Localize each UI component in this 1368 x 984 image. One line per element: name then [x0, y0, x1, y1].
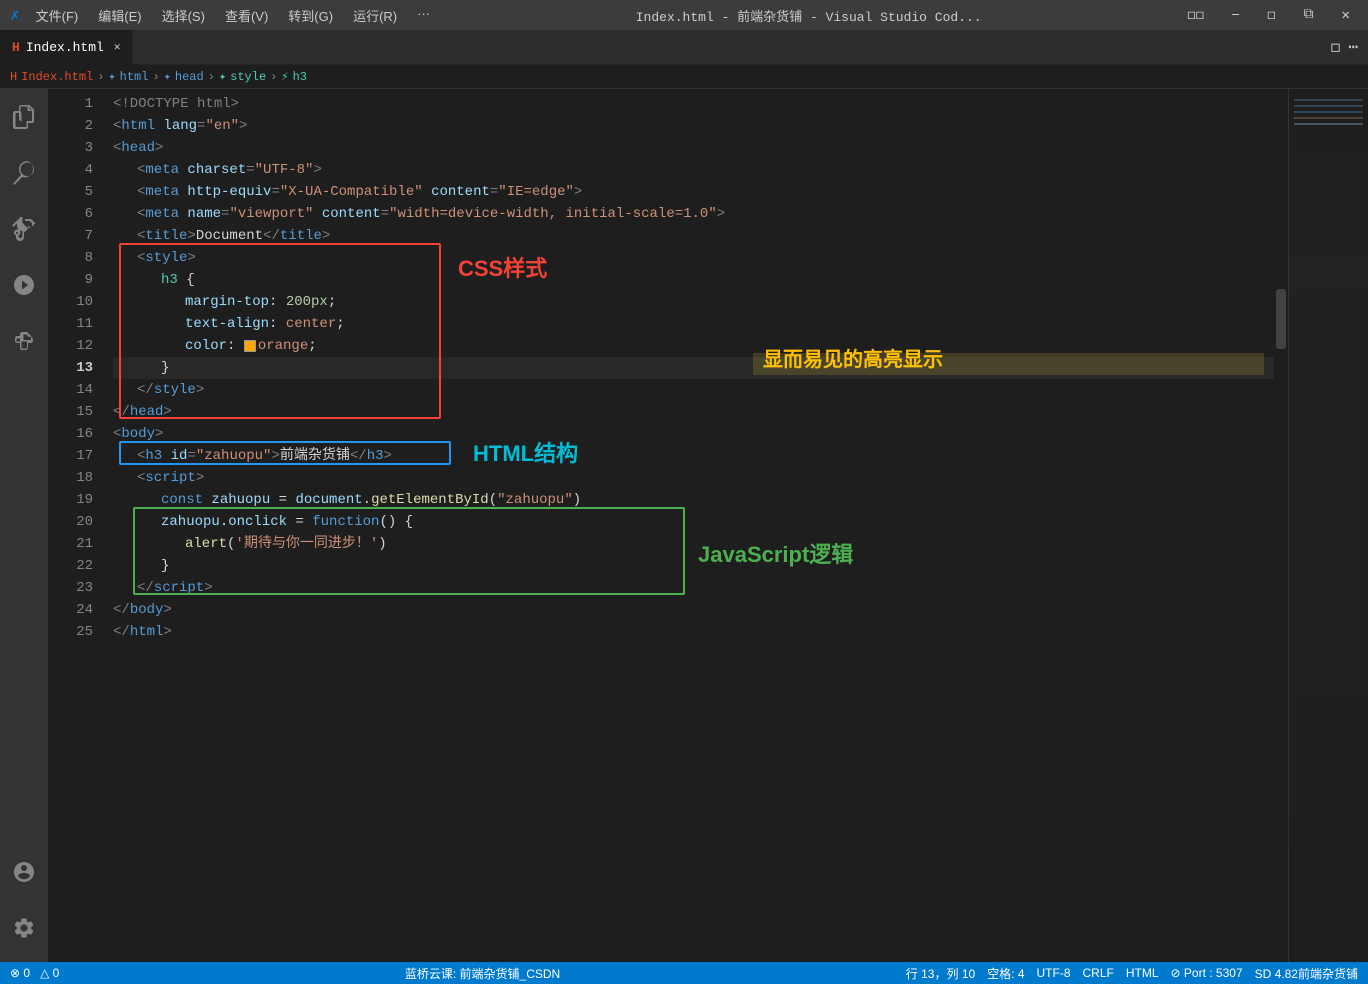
file-icon: H — [10, 70, 17, 84]
highlight-label: 显而易见的高亮显示 — [763, 343, 943, 372]
menu-run[interactable]: 运行(R) — [345, 4, 405, 27]
breadcrumb-sep2: › — [152, 70, 159, 84]
head-icon: ✦ — [164, 69, 171, 84]
activitybar — [0, 89, 48, 962]
statusbar-center: 蓝桥云课: 前端杂货铺_CSDN — [405, 965, 560, 982]
window-controls: ◻◻ ⎯ ◻ ⧉ ✕ — [1179, 5, 1358, 26]
activitybar-top — [0, 93, 48, 365]
menu-view[interactable]: 查看(V) — [217, 4, 276, 27]
split-btn[interactable]: ⧉ — [1296, 5, 1322, 25]
breadcrumb-html[interactable]: ✦ html — [108, 69, 148, 84]
status-warnings[interactable]: △ 0 — [40, 966, 59, 980]
window-title: Index.html - 前端杂货铺 - Visual Studio Cod..… — [636, 6, 982, 25]
layout-btn[interactable]: ◻◻ — [1179, 5, 1212, 26]
breadcrumb-style[interactable]: ✦ style — [219, 69, 266, 84]
statusbar: ⊗ 0 △ 0 蓝桥云课: 前端杂货铺_CSDN 行 13，列 10 空格: 4… — [0, 962, 1368, 984]
tab-close-icon[interactable]: ✕ — [114, 40, 121, 54]
search-icon[interactable] — [0, 149, 48, 197]
status-line-ending[interactable]: CRLF — [1083, 966, 1114, 980]
tabbar-actions: ◻ ⋯ — [1331, 37, 1368, 57]
menu-bar: 文件(F) 编辑(E) 选择(S) 查看(V) 转到(G) 运行(R) ··· — [28, 4, 438, 27]
css-annotation-box — [119, 243, 441, 419]
code-line-2: <html lang="en"> — [113, 115, 1274, 137]
breadcrumb-head[interactable]: ✦ head — [164, 69, 204, 84]
style-icon: ✦ — [219, 69, 226, 84]
titlebar: ✗ 文件(F) 编辑(E) 选择(S) 查看(V) 转到(G) 运行(R) ··… — [0, 0, 1368, 30]
menu-goto[interactable]: 转到(G) — [280, 4, 341, 27]
breadcrumb-sep3: › — [208, 70, 215, 84]
html-label: HTML结构 — [473, 436, 578, 468]
main-area: 12345 678910 1112131415 1617181920 21222… — [0, 89, 1368, 962]
status-port[interactable]: ⊘ Port : 5307 — [1171, 966, 1243, 980]
status-errors[interactable]: ⊗ 0 — [10, 966, 30, 980]
minimap-preview — [1289, 89, 1368, 962]
debug-icon[interactable] — [0, 261, 48, 309]
status-line-col[interactable]: 行 13，列 10 — [906, 965, 975, 982]
code-line-5: <meta http-equiv="X-UA-Compatible" conte… — [113, 181, 1274, 203]
settings-icon[interactable] — [0, 904, 48, 952]
menu-select[interactable]: 选择(S) — [154, 4, 213, 27]
code-line-18: <script> — [113, 467, 1274, 489]
code-line-1: <!DOCTYPE html> — [113, 93, 1274, 115]
status-language[interactable]: HTML — [1126, 966, 1159, 980]
tabbar: H Index.html ✕ ◻ ⋯ — [0, 30, 1368, 65]
minimize-btn[interactable]: ⎯ — [1224, 5, 1247, 25]
status-liveserver: 蓝桥云课: 前端杂货铺_CSDN — [405, 965, 560, 982]
menu-more[interactable]: ··· — [409, 4, 438, 27]
tab-indexhtml[interactable]: H Index.html ✕ — [0, 30, 133, 65]
breadcrumb-h3[interactable]: ⚡ h3 — [281, 69, 307, 84]
titlebar-left: ✗ 文件(F) 编辑(E) 选择(S) 查看(V) 转到(G) 运行(R) ··… — [10, 4, 438, 27]
tab-label: Index.html — [26, 40, 104, 55]
status-spaces[interactable]: 空格: 4 — [987, 965, 1024, 982]
html-annotation-box — [119, 441, 451, 465]
statusbar-right: 行 13，列 10 空格: 4 UTF-8 CRLF HTML ⊘ Port :… — [906, 965, 1358, 982]
editor: 12345 678910 1112131415 1617181920 21222… — [48, 89, 1368, 962]
vscode-logo: ✗ — [10, 5, 20, 25]
split-editor-icon[interactable]: ◻ — [1331, 37, 1341, 57]
code-area[interactable]: <!DOCTYPE html> <html lang="en"> <head> … — [103, 89, 1274, 962]
css-label: CSS样式 — [458, 251, 547, 283]
code-line-24: </body> — [113, 599, 1274, 621]
js-annotation-box — [133, 507, 685, 595]
extensions-icon[interactable] — [0, 317, 48, 365]
breadcrumb: H Index.html › ✦ html › ✦ head › ✦ style… — [0, 65, 1368, 89]
breadcrumb-sep1: › — [97, 70, 104, 84]
more-actions-icon[interactable]: ⋯ — [1348, 37, 1358, 57]
menu-file[interactable]: 文件(F) — [28, 4, 87, 27]
code-line-3: <head> — [113, 137, 1274, 159]
line-numbers: 12345 678910 1112131415 1617181920 21222… — [48, 89, 103, 962]
account-icon[interactable] — [0, 848, 48, 896]
scrollbar-thumb[interactable] — [1276, 289, 1286, 349]
statusbar-left: ⊗ 0 △ 0 — [10, 966, 59, 980]
breadcrumb-file[interactable]: H Index.html — [10, 70, 93, 84]
close-btn[interactable]: ✕ — [1334, 5, 1358, 26]
code-line-25: </html> — [113, 621, 1274, 643]
js-label: JavaScript逻辑 — [698, 537, 853, 569]
status-righttext: SD 4.82前端杂货铺 — [1255, 965, 1358, 982]
activitybar-bottom — [0, 848, 48, 952]
code-line-6: <meta name="viewport" content="width=dev… — [113, 203, 1274, 225]
explorer-icon[interactable] — [0, 93, 48, 141]
scrollbar[interactable] — [1274, 89, 1288, 962]
restore-btn[interactable]: ◻ — [1259, 5, 1283, 26]
tag-icon: ✦ — [108, 69, 115, 84]
html-icon: H — [12, 40, 20, 55]
status-encoding[interactable]: UTF-8 — [1037, 966, 1071, 980]
menu-edit[interactable]: 编辑(E) — [90, 4, 149, 27]
code-line-4: <meta charset="UTF-8"> — [113, 159, 1274, 181]
git-icon[interactable] — [0, 205, 48, 253]
minimap — [1288, 89, 1368, 962]
selector-icon: ⚡ — [281, 69, 288, 84]
breadcrumb-sep4: › — [270, 70, 277, 84]
editor-wrapper: 12345 678910 1112131415 1617181920 21222… — [48, 89, 1368, 962]
